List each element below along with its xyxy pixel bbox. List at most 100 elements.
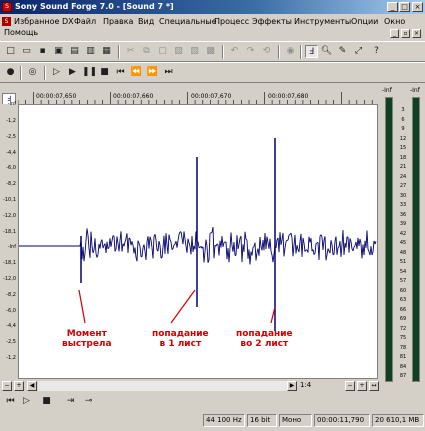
- save-as-icon[interactable]: ▣: [52, 45, 65, 58]
- marker-icon[interactable]: ⊸: [82, 395, 95, 408]
- go-to-icon[interactable]: ⇥: [64, 395, 77, 408]
- waveform-segment: [292, 245, 295, 257]
- menu-tools[interactable]: Инструменты: [294, 17, 351, 26]
- disk-space: 20 610,1 MB: [372, 414, 424, 427]
- crop-icon[interactable]: ▨: [188, 45, 201, 58]
- menu-help[interactable]: Помощь: [4, 28, 38, 37]
- new-file-icon[interactable]: □: [4, 45, 17, 58]
- record-toolbar-icon[interactable]: ◉: [284, 45, 297, 58]
- waveform-segment: [326, 248, 329, 255]
- sample-rate[interactable]: 44 100 Hz: [203, 414, 245, 427]
- edit-tool-icon[interactable]: Ⅎ: [305, 45, 318, 58]
- annotation-hit2: попадание во 2 лист: [236, 329, 293, 349]
- waveform-segment: [86, 228, 89, 236]
- zoom-fit-icon[interactable]: ↔: [369, 381, 379, 391]
- loop-icon[interactable]: ◎: [26, 66, 39, 79]
- waveform-segment: [352, 246, 355, 252]
- waveform-segment: [244, 231, 247, 240]
- copy-icon[interactable]: ⧉: [140, 45, 153, 58]
- menu-options[interactable]: Опции: [351, 17, 378, 26]
- zoom-in-icon[interactable]: +: [14, 381, 24, 391]
- zoom-out-icon[interactable]: −: [2, 381, 12, 391]
- waveform-segment: [134, 247, 137, 258]
- properties-icon[interactable]: ▦: [100, 45, 113, 58]
- repeat-icon[interactable]: ⟲: [260, 45, 273, 58]
- waveform-segment: [124, 238, 127, 243]
- scroll-left-icon[interactable]: ◀: [27, 381, 37, 391]
- waveform-segment: [266, 236, 269, 243]
- waveform-segment: [161, 247, 164, 258]
- play-icon[interactable]: ▶: [66, 66, 79, 79]
- waveform-segment: [110, 240, 113, 247]
- doc-close-button[interactable]: ×: [412, 29, 421, 38]
- minimize-button[interactable]: _: [387, 2, 398, 12]
- waveform-segment: [307, 236, 310, 253]
- trim-icon[interactable]: ▩: [204, 45, 217, 58]
- doc-restore-button[interactable]: ▫: [401, 29, 410, 38]
- magnify-tool-icon[interactable]: 🔍︎: [320, 45, 333, 58]
- scroll-track[interactable]: [38, 381, 288, 391]
- render-icon[interactable]: ▥: [84, 45, 97, 58]
- menu-file[interactable]: Файл: [74, 17, 96, 26]
- menu-favorites-dx[interactable]: Избранное DX: [14, 17, 74, 26]
- level-tick-label: -6,0: [6, 165, 16, 172]
- doc-minimize-button[interactable]: _: [390, 29, 399, 38]
- menu-window[interactable]: Окно: [384, 17, 405, 26]
- paste-icon[interactable]: ▢: [156, 45, 169, 58]
- channels[interactable]: Моно: [279, 414, 312, 427]
- time-ruler[interactable]: 00:00:07,650 00:00:07,660 00:00:07,670 0…: [18, 88, 378, 104]
- rewind-icon[interactable]: ⏪: [130, 66, 143, 79]
- waveform-segment: [370, 246, 373, 256]
- waveform-segment: [165, 233, 168, 246]
- envelope-tool-icon[interactable]: ⤢: [352, 45, 365, 58]
- bit-depth[interactable]: 16 bit: [247, 414, 277, 427]
- waveform-segment: [222, 242, 225, 247]
- undo-icon[interactable]: ↶: [228, 45, 241, 58]
- stop-icon[interactable]: ■: [98, 66, 111, 79]
- waveform-segment: [363, 240, 366, 256]
- save-all-icon[interactable]: ▤: [68, 45, 81, 58]
- vu-meter: -Inf -Inf 3 6 9 12 15 18 21 24 27 30 33 36 39 42 45 48 5…: [380, 85, 425, 385]
- rewind-start-icon[interactable]: ⏮: [4, 395, 17, 408]
- save-icon[interactable]: ▪: [36, 45, 49, 58]
- waveform-segment: [374, 241, 377, 245]
- level-top-label: -Inf: [7, 101, 16, 107]
- vu-tick-label: 66: [399, 306, 407, 313]
- waveform-segment: [252, 246, 255, 248]
- annotation-arrow: [170, 289, 196, 324]
- go-to-start-icon[interactable]: ⏮: [114, 66, 127, 79]
- cut-icon[interactable]: ✂: [124, 45, 137, 58]
- waveform-segment: [91, 245, 94, 254]
- menu-special[interactable]: Специальные: [159, 17, 217, 26]
- pause-icon[interactable]: ❚❚: [82, 66, 97, 79]
- go-to-end-icon[interactable]: ⏭: [162, 66, 175, 79]
- maximize-button[interactable]: □: [399, 2, 410, 12]
- level-tick-label: -1,2: [6, 355, 16, 361]
- document-icon[interactable]: S: [2, 17, 11, 26]
- waveform-segment: [233, 242, 236, 256]
- vu-tick-label: 12: [399, 135, 407, 142]
- forward-icon[interactable]: ⏩: [146, 66, 159, 79]
- menu-process[interactable]: Процесс: [214, 17, 249, 26]
- waveform-segment: [269, 238, 272, 252]
- record-icon[interactable]: ●: [4, 66, 17, 79]
- stop-doc-icon[interactable]: ■: [40, 395, 53, 408]
- help-icon[interactable]: ?: [370, 45, 383, 58]
- mix-icon[interactable]: ▧: [172, 45, 185, 58]
- vu-tick-label: 27: [399, 183, 407, 189]
- scroll-right-icon[interactable]: ▶: [287, 381, 297, 391]
- waveform-segment: [285, 239, 288, 242]
- zoom-plus-icon[interactable]: +: [357, 381, 367, 391]
- waveform-segment: [157, 241, 160, 252]
- menu-edit[interactable]: Правка: [103, 17, 133, 26]
- horizontal-scrollbar[interactable]: − + ◀ ▶ 1:4 − + ↔: [0, 380, 380, 392]
- redo-icon[interactable]: ↷: [244, 45, 257, 58]
- close-button[interactable]: ×: [412, 2, 423, 12]
- open-file-icon[interactable]: ▭: [20, 45, 33, 58]
- menu-effects[interactable]: Эффекты: [252, 17, 292, 26]
- zoom-minus-icon[interactable]: −: [345, 381, 355, 391]
- play-doc-icon[interactable]: ▷: [20, 395, 33, 408]
- play-all-icon[interactable]: ▷: [50, 66, 63, 79]
- pencil-tool-icon[interactable]: ✎: [336, 45, 349, 58]
- menu-view[interactable]: Вид: [138, 17, 154, 26]
